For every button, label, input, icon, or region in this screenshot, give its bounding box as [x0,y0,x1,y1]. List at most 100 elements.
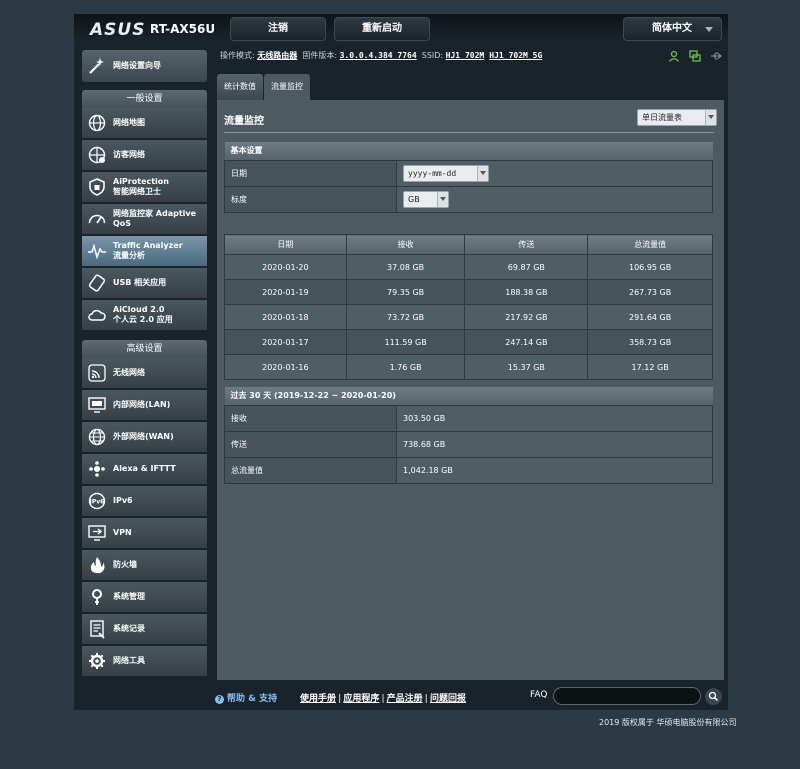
column-header-total: 总流量值 [587,234,713,255]
view-mode-value: 单日流量表 [642,113,682,122]
footer: ? 帮助 & 支持 使用手册 | 应用程序 | 产品注册 | 问题回报 FAQ [74,684,728,710]
cell-total: 358.73 GB [587,329,713,355]
sidebar-item-firewall[interactable]: 防火墙 [82,550,207,581]
ssid-2g[interactable]: HJ1_702M [446,51,485,60]
table-row: 2020-01-20 37.08 GB 69.87 GB 106.95 GB [224,254,713,280]
footer-link-registration[interactable]: 产品注册 [387,694,423,704]
header: ASUS RT-AX56U 注销 重新启动 简体中文 [74,14,728,44]
language-select[interactable]: 简体中文 [623,17,722,41]
sidebar-item-aicloud[interactable]: AiCloud 2.0 个人云 2.0 应用 [82,300,207,331]
cell-total: 17.12 GB [587,354,713,380]
logout-button[interactable]: 注销 [230,17,326,41]
router-frame: ASUS RT-AX56U 注销 重新启动 简体中文 操作模式: 无线路由器 固… [74,14,728,710]
sidebar-item-label: AiCloud 2.0 个人云 2.0 应用 [113,305,173,324]
basic-settings-table: 基本设置 日期 yyyy-mm-dd 标度 GB [224,142,713,213]
wan-globe-icon [86,426,108,448]
help-support-link[interactable]: ? 帮助 & 支持 [215,691,277,704]
cell-total: 291.64 GB [587,304,713,330]
quick-setup-label: 网络设置向导 [113,61,161,70]
date-picker[interactable]: yyyy-mm-dd [403,164,489,182]
cell-received: 37.08 GB [345,254,466,280]
sidebar-item-traffic-analyzer[interactable]: Traffic Analyzer 流量分析 [82,236,207,267]
firmware-value[interactable]: 3.0.0.4.384_7764 [340,51,417,60]
main-panel: 流量监控 单日流量表 基本设置 日期 yyyy-mm-dd 标度 GB 日期 接… [217,100,724,680]
usb-status-icon[interactable] [710,50,722,62]
sidebar-item-ipv6[interactable]: IPv6 IPv6 [82,486,207,517]
cell-sent: 247.14 GB [464,329,589,355]
view-mode-select[interactable]: 单日流量表 [637,109,717,126]
quick-setup-button[interactable]: 网络设置向导 [82,50,207,82]
general-settings-title: 一般设置 [82,90,207,108]
sidebar-item-adaptive-qos[interactable]: 网络监控家 Adaptive QoS [82,204,207,235]
asus-logo: ASUS [90,20,146,40]
footer-link-manual[interactable]: 使用手册 [300,694,336,704]
help-support-label: 帮助 & 支持 [227,694,278,704]
footer-link-feedback[interactable]: 问题回报 [430,694,466,704]
sidebar-item-wireless[interactable]: 无线网络 [82,358,207,389]
sidebar-item-label: AiProtection 智能网络卫士 [113,177,169,196]
sidebar-item-wan[interactable]: 外部网络(WAN) [82,422,207,453]
sidebar-item-alexa-ifttt[interactable]: Alexa & IFTTT [82,454,207,485]
question-icon: ? [215,695,224,704]
sidebar-item-label: Traffic Analyzer 流量分析 [113,241,183,260]
sidebar-item-label: USB 相关应用 [113,278,167,287]
column-header-date: 日期 [224,234,347,255]
cloud-icon [86,304,108,326]
internet-status-icon[interactable] [689,50,701,62]
sidebar-item-label: 访客网络 [113,150,145,159]
sidebar-item-vpn[interactable]: VPN [82,518,207,549]
date-value: yyyy-mm-dd [408,168,457,178]
pulse-icon [86,240,108,262]
sidebar-item-network-tools[interactable]: 网络工具 [82,646,207,677]
sidebar-item-label: 网络地图 [113,118,145,127]
cell-received: 111.59 GB [345,329,466,355]
sidebar-item-system-log[interactable]: 系统记录 [82,614,207,645]
chevron-down-icon [705,27,713,32]
faq-search-input[interactable] [553,687,701,705]
reboot-button[interactable]: 重新启动 [334,17,430,41]
svg-text:IPv6: IPv6 [90,499,105,506]
column-header-sent: 传送 [464,234,589,255]
firmware-label: 固件版本: [302,51,338,60]
sidebar-item-label: 网络工具 [113,656,145,665]
summary-received-value: 303.50 GB [396,404,713,432]
faq-label: FAQ [530,690,548,700]
footer-link-utility[interactable]: 应用程序 [343,694,379,704]
sidebar-item-administration[interactable]: 系统管理 [82,582,207,613]
title-divider [224,132,714,133]
sidebar-item-network-map[interactable]: 网络地图 [82,108,207,139]
tools-gear-icon [86,650,108,672]
unit-select[interactable]: GB [403,190,449,208]
sidebar-item-label: 网络监控家 Adaptive QoS [113,209,197,228]
chevron-down-icon [437,191,448,207]
client-status-icon[interactable] [668,50,680,62]
summary-table: 过去 30 天 (2019-12-22 ~ 2020-01-20) 接收 303… [224,387,713,484]
search-button[interactable] [705,688,722,705]
tab-traffic-monitor[interactable]: 流量监控 [264,74,310,100]
chevron-down-icon [477,165,488,181]
column-header-received: 接收 [345,234,466,255]
cell-received: 1.76 GB [345,354,466,380]
smart-home-icon [86,458,108,480]
cell-date: 2020-01-16 [224,354,347,380]
summary-received-label: 接收 [224,404,397,432]
sidebar-item-usb[interactable]: USB 相关应用 [82,268,207,299]
ssid-5g[interactable]: HJ1_702M_5G [489,51,542,60]
sidebar-item-lan[interactable]: 内部网络(LAN) [82,390,207,421]
ipv6-icon: IPv6 [86,490,108,512]
model-name: RT-AX56U [150,22,216,36]
tab-statistics[interactable]: 统计数值 [217,74,263,100]
summary-total-value: 1,042.18 GB [396,456,713,484]
sidebar-item-label: 外部网络(WAN) [113,432,174,441]
sidebar-item-label: IPv6 [113,496,133,505]
sidebar-item-guest-network[interactable]: 访客网络 [82,140,207,171]
mode-value[interactable]: 无线路由器 [257,51,297,60]
fire-icon [86,554,108,576]
sidebar-item-label: VPN [113,528,132,537]
date-cell: yyyy-mm-dd [396,159,713,187]
chevron-down-icon [705,110,716,125]
footer-links: 使用手册 | 应用程序 | 产品注册 | 问题回报 [300,694,466,704]
globe-icon [86,112,108,134]
sidebar-item-aiprotection[interactable]: AiProtection 智能网络卫士 [82,172,207,203]
sidebar-item-label: 无线网络 [113,368,145,377]
